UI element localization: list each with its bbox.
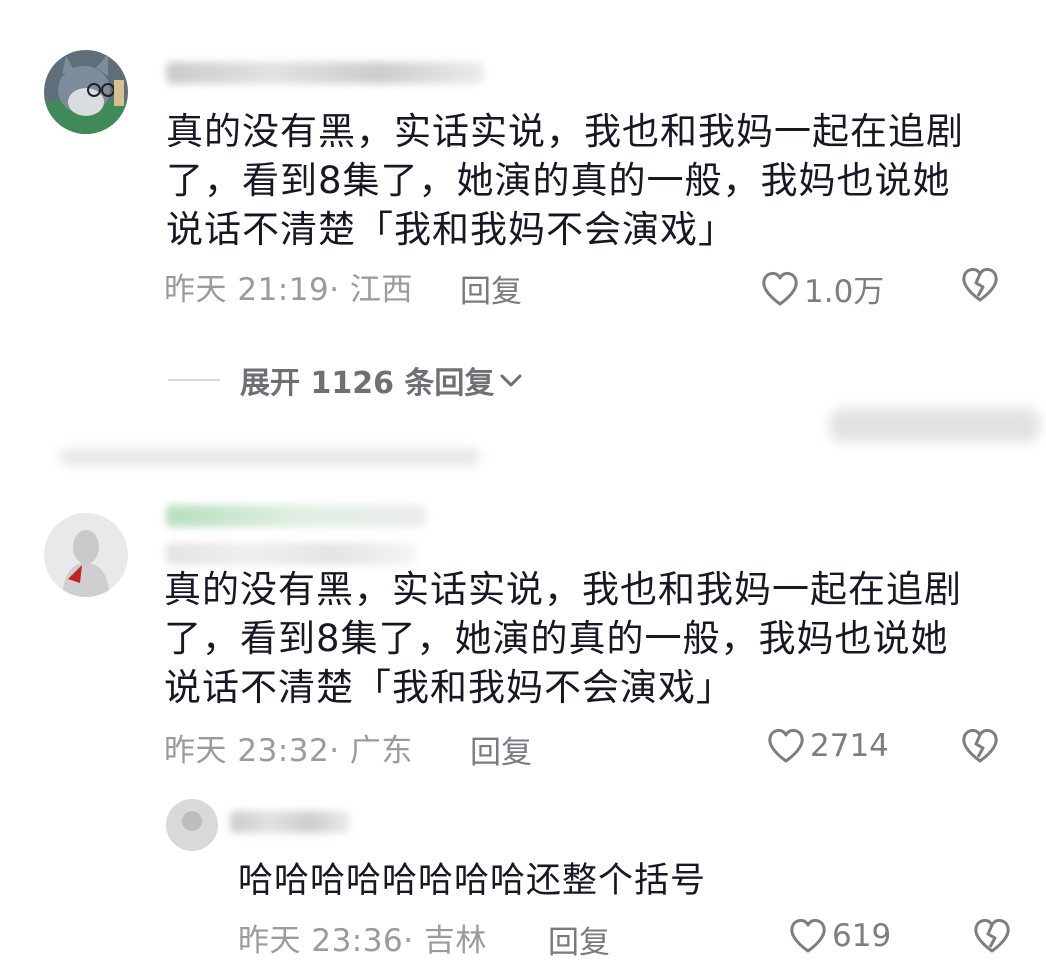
comment-meta: 昨天 21:19· 江西 [164, 266, 413, 308]
reply-meta: 昨天 23:36· 吉林 [238, 917, 487, 959]
reply-text: 哈哈哈哈哈哈哈哈还整个括号 [238, 861, 707, 901]
chevron-down-icon [500, 374, 522, 387]
comment-time-location: 昨天 21:19· 江西 [164, 271, 413, 308]
user-avatar[interactable] [44, 50, 128, 134]
comment-meta: 昨天 23:32· 广东 [164, 727, 413, 769]
reply-button[interactable]: 回复 [460, 266, 522, 311]
heart-icon [762, 271, 798, 305]
broken-heart-icon [962, 267, 998, 302]
comment-text: 真的没有黑，实话实说，我也和我妈一起在追剧了，看到8集了，她演的真的一般，我妈也… [164, 568, 962, 709]
redacted-overlay [60, 450, 480, 464]
heart-icon [768, 728, 804, 763]
expand-replies-button[interactable]: 展开 1126 条回复 [168, 358, 524, 402]
broken-heart-icon [962, 728, 998, 763]
divider-line [168, 379, 220, 381]
redacted-overlay [830, 408, 1040, 442]
like-count: 1.0万 [804, 274, 885, 310]
dislike-button[interactable] [960, 266, 1000, 304]
cartoon-cat-avatar-icon [44, 50, 128, 134]
expand-replies-label: 展开 1126 条回复 [240, 366, 495, 401]
like-count: 2714 [810, 728, 889, 764]
heart-icon [790, 918, 826, 953]
reply-item: 哈哈哈哈哈哈哈哈还整个括号 昨天 23:36· 吉林 回复 619 [0, 795, 1046, 961]
username-redacted [166, 543, 416, 565]
like-button[interactable]: 619 [788, 917, 891, 955]
username-redacted[interactable] [230, 811, 350, 833]
username-redacted[interactable] [166, 62, 484, 84]
reply-time-location: 昨天 23:36· 吉林 [238, 922, 487, 959]
broken-heart-icon [974, 918, 1010, 953]
comment-text: 真的没有黑，实话实说，我也和我妈一起在追剧了，看到8集了，她演的真的一般，我妈也… [166, 110, 964, 251]
comment-item: 真的没有黑，实话实说，我也和我妈一起在追剧了，看到8集了，她演的真的一般，我妈也… [0, 0, 1046, 320]
statue-avatar-icon [44, 513, 128, 597]
comment-time-location: 昨天 23:32· 广东 [164, 732, 413, 769]
user-avatar[interactable] [44, 513, 128, 597]
reply-button[interactable]: 回复 [470, 727, 532, 772]
comment-item: 真的没有黑，实话实说，我也和我妈一起在追剧了，看到8集了，她演的真的一般，我妈也… [0, 495, 1046, 795]
dislike-button[interactable] [960, 727, 1000, 765]
reply-button[interactable]: 回复 [548, 917, 610, 962]
like-button[interactable]: 2714 [766, 727, 889, 765]
like-count: 619 [832, 918, 892, 954]
dislike-button[interactable] [972, 917, 1012, 955]
user-avatar[interactable] [166, 799, 218, 851]
like-button[interactable]: 1.0万 [760, 266, 884, 311]
username-redacted[interactable] [166, 505, 426, 527]
user-avatar-icon [166, 799, 218, 851]
